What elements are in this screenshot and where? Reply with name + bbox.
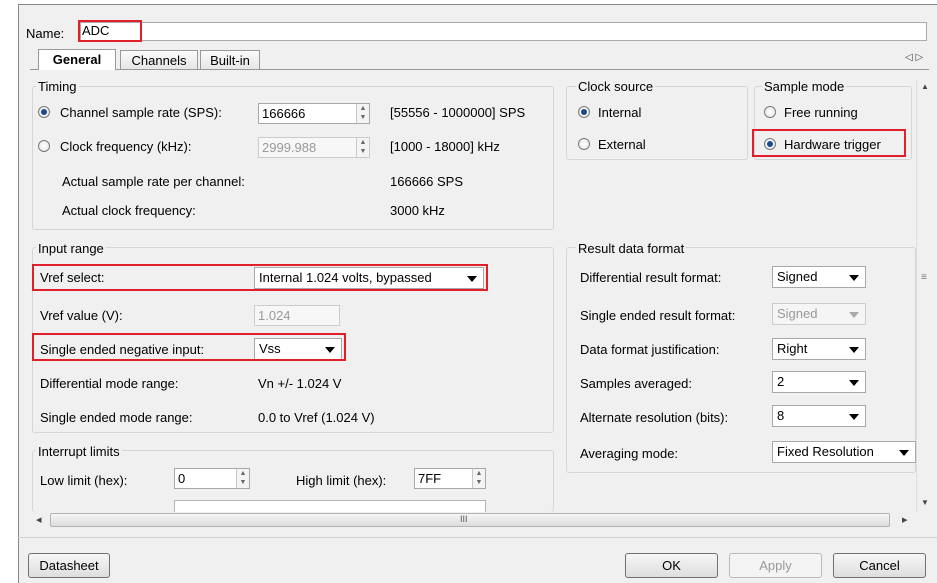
hardware-trigger-label: Hardware trigger <box>784 137 881 152</box>
clock-source-group <box>566 86 748 160</box>
clock-freq-spinner[interactable]: ▲ ▼ <box>356 138 369 157</box>
chevron-down-icon <box>849 347 859 353</box>
name-value: ADC <box>82 23 110 38</box>
sample-rate-range: [55556 - 1000000] SPS <box>390 105 526 120</box>
clock-freq-label: Clock frequency (kHz): <box>60 139 192 154</box>
tab-scroll-arrows[interactable]: ◁ ▷ <box>905 52 923 63</box>
vref-value-label: Vref value (V): <box>40 308 123 323</box>
partial-field <box>174 500 486 512</box>
vertical-scrollbar[interactable] <box>916 80 934 512</box>
high-limit-value: 7FF <box>418 471 442 486</box>
datasheet-button[interactable]: Datasheet <box>28 553 110 578</box>
sample-rate-spinner[interactable]: ▲ ▼ <box>356 104 369 123</box>
scroll-up-icon[interactable]: ▲ <box>921 82 929 91</box>
actual-clock-label: Actual clock frequency: <box>62 203 196 218</box>
avg-mode-value: Fixed Resolution <box>777 444 874 459</box>
justification-label: Data format justification: <box>580 342 720 357</box>
ok-button[interactable]: OK <box>625 553 718 578</box>
actual-clock-value: 3000 kHz <box>390 203 445 218</box>
single-range-label: Single ended mode range: <box>40 410 193 425</box>
diff-range-value: Vn +/- 1.024 V <box>258 376 342 391</box>
sample-rate-radio[interactable] <box>38 106 50 118</box>
actual-rate-label: Actual sample rate per channel: <box>62 174 245 189</box>
vref-value-input[interactable]: 1.024 <box>254 305 340 326</box>
alt-res-label: Alternate resolution (bits): <box>580 410 729 425</box>
tab-channels[interactable]: Channels <box>120 50 198 69</box>
actual-rate-value: 166666 SPS <box>390 174 464 189</box>
scroll-down-icon[interactable]: ▼ <box>921 498 929 507</box>
name-label: Name: <box>26 26 65 41</box>
tab-general[interactable]: General <box>38 49 116 70</box>
clock-internal-label: Internal <box>598 105 642 120</box>
single-neg-dropdown[interactable]: Vss <box>254 338 342 360</box>
single-neg-value: Vss <box>259 341 281 356</box>
single-format-value: Signed <box>777 306 818 321</box>
single-format-dropdown[interactable]: Signed <box>772 303 866 325</box>
result-format-title: Result data format <box>576 241 687 256</box>
high-limit-spinner[interactable]: ▲ ▼ <box>472 469 485 488</box>
diff-format-value: Signed <box>777 269 818 284</box>
diff-format-dropdown[interactable]: Signed <box>772 266 866 288</box>
scroll-thumb-grip: III <box>460 514 468 524</box>
cancel-button[interactable]: Cancel <box>833 553 926 578</box>
interrupt-title: Interrupt limits <box>36 444 122 459</box>
tabs-divider <box>30 69 929 70</box>
vref-select-value: Internal 1.024 volts, bypassed <box>259 270 432 285</box>
chevron-down-icon <box>849 414 859 420</box>
sample-rate-input[interactable]: 166666 <box>258 103 370 124</box>
clock-source-title: Clock source <box>576 79 656 94</box>
single-range-value: 0.0 to Vref (1.024 V) <box>258 410 375 425</box>
high-limit-label: High limit (hex): <box>296 473 387 488</box>
low-limit-label: Low limit (hex): <box>40 473 128 488</box>
chevron-down-icon <box>325 347 335 353</box>
chevron-down-icon <box>849 275 859 281</box>
diff-range-label: Differential mode range: <box>40 376 179 391</box>
sample-rate-label: Channel sample rate (SPS): <box>60 105 222 120</box>
clock-freq-value: 2999.988 <box>262 140 317 155</box>
chevron-down-icon <box>899 450 909 456</box>
sample-mode-title: Sample mode <box>762 79 847 94</box>
scroll-right-icon[interactable]: ▸ <box>902 513 908 526</box>
tab-built-in[interactable]: Built-in <box>200 50 260 69</box>
diff-format-label: Differential result format: <box>580 270 722 285</box>
samples-avg-label: Samples averaged: <box>580 376 693 391</box>
avg-mode-label: Averaging mode: <box>580 446 679 461</box>
chevron-down-icon <box>849 312 859 318</box>
vref-value-value: 1.024 <box>258 308 291 323</box>
samples-avg-dropdown[interactable]: 2 <box>772 371 866 393</box>
sample-rate-value: 166666 <box>262 106 306 121</box>
samples-avg-value: 2 <box>777 374 785 389</box>
clock-freq-radio[interactable] <box>38 140 50 152</box>
alt-res-value: 8 <box>777 408 785 423</box>
clock-external-radio[interactable] <box>578 138 590 150</box>
scroll-left-icon[interactable]: ◂ <box>36 513 42 526</box>
low-limit-spinner[interactable]: ▲ ▼ <box>236 469 249 488</box>
low-limit-value: 0 <box>178 471 186 486</box>
single-neg-label: Single ended negative input: <box>40 342 205 357</box>
free-running-label: Free running <box>784 105 858 120</box>
input-range-title: Input range <box>36 241 106 256</box>
vref-select-dropdown[interactable]: Internal 1.024 volts, bypassed <box>254 267 484 289</box>
chevron-down-icon <box>467 276 477 282</box>
avg-mode-dropdown[interactable]: Fixed Resolution <box>772 441 916 463</box>
chevron-down-icon <box>849 380 859 386</box>
justification-value: Right <box>777 341 808 356</box>
apply-button[interactable]: Apply <box>729 553 822 578</box>
clock-external-label: External <box>598 137 646 152</box>
clock-freq-input[interactable]: 2999.988 <box>258 137 370 158</box>
clock-internal-radio[interactable] <box>578 106 590 118</box>
free-running-radio[interactable] <box>764 106 776 118</box>
justification-dropdown[interactable]: Right <box>772 338 866 360</box>
footer-divider <box>18 537 937 538</box>
vref-select-label: Vref select: <box>40 270 105 285</box>
single-format-label: Single ended result format: <box>580 308 736 323</box>
name-input[interactable] <box>80 22 927 41</box>
horizontal-scroll-thumb[interactable] <box>50 513 890 527</box>
hardware-trigger-radio[interactable] <box>764 138 776 150</box>
scroll-grip-icon: ≡ <box>921 272 927 283</box>
clock-freq-range: [1000 - 18000] kHz <box>390 139 500 154</box>
alt-res-dropdown[interactable]: 8 <box>772 405 866 427</box>
timing-title: Timing <box>36 79 79 94</box>
